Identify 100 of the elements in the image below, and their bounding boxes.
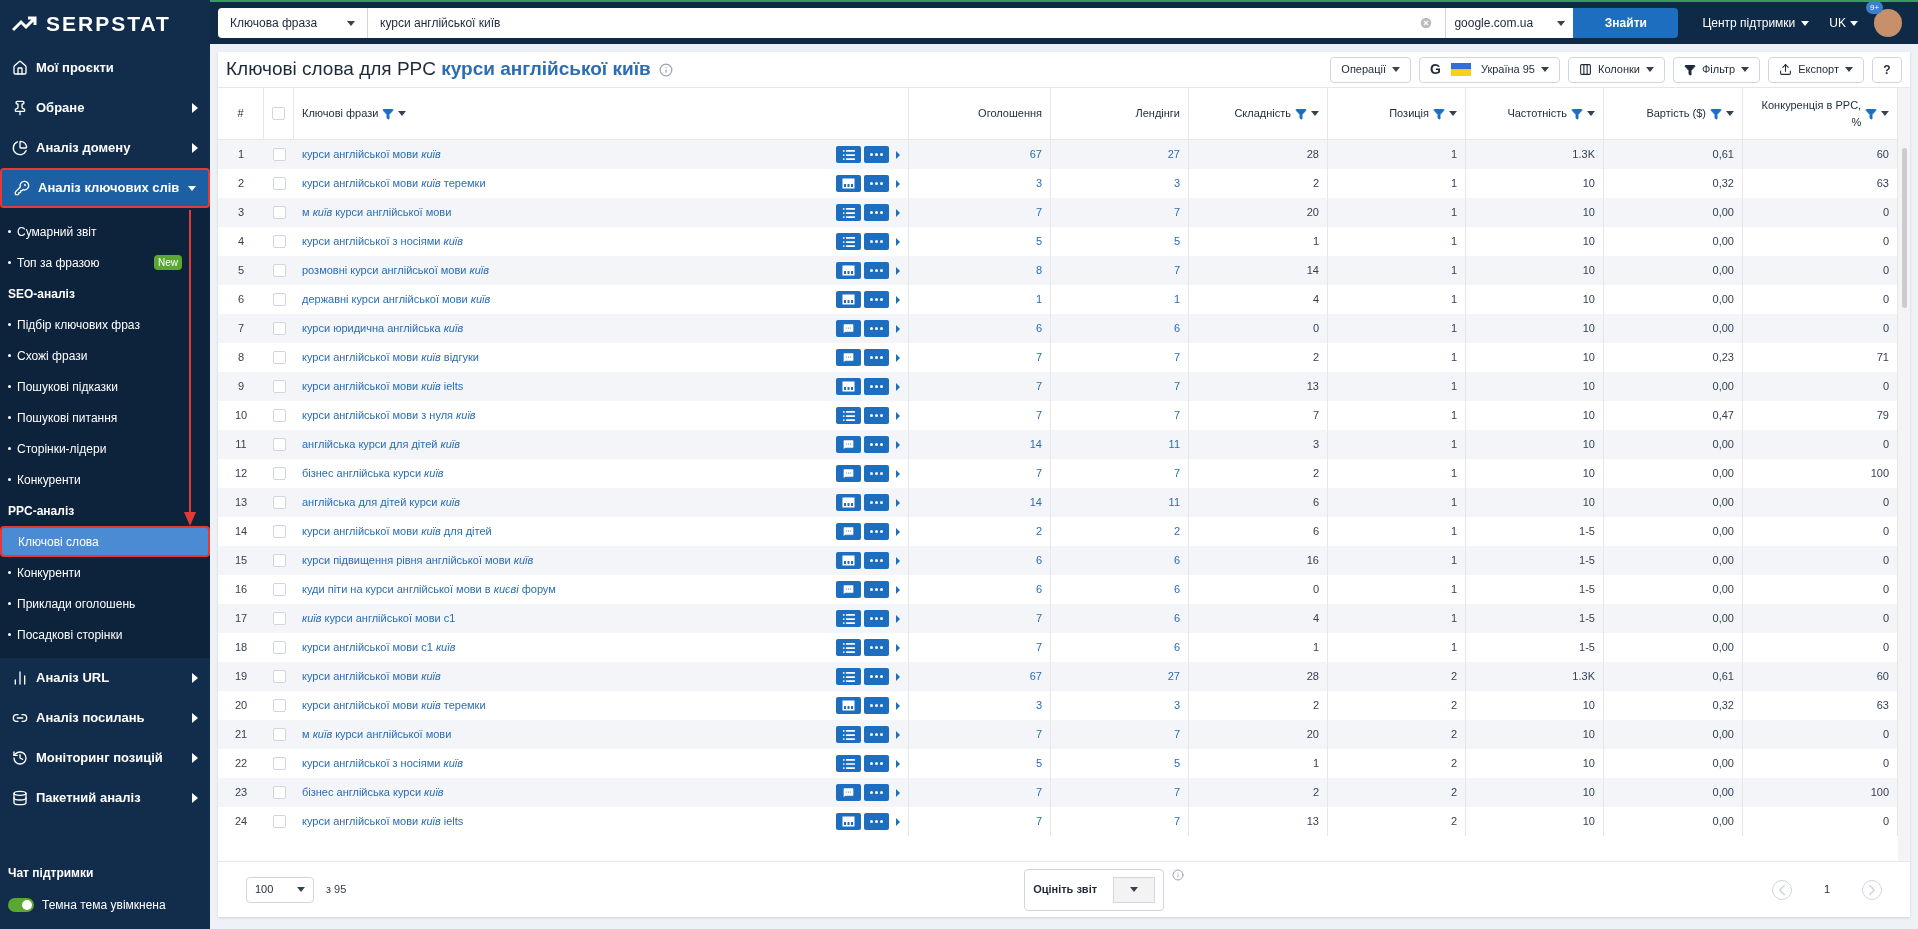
theme-toggle[interactable] [8,898,34,912]
row-checkbox[interactable] [272,786,286,799]
more-button[interactable] [864,465,889,482]
expand-icon[interactable] [896,440,900,449]
row-checkbox[interactable] [272,177,286,190]
column-header[interactable]: Вартість ($) [1604,88,1743,139]
expand-icon[interactable] [896,411,900,420]
row-checkbox[interactable] [272,670,286,683]
nav-item[interactable]: Аналіз URL [0,658,210,698]
toolbar-button[interactable]: G Україна 95 [1419,56,1560,83]
more-button[interactable] [864,204,889,221]
expand-icon[interactable] [896,585,900,594]
row-checkbox[interactable] [272,757,286,770]
ad-preview-button[interactable] [836,233,861,250]
ad-preview-button[interactable] [836,784,861,801]
more-button[interactable] [864,320,889,337]
expand-icon[interactable] [896,701,900,710]
row-checkbox[interactable] [272,351,286,364]
nav-subitem[interactable]: Підбір ключових фраз [0,309,210,340]
nav-subitem[interactable]: Конкуренти [0,464,210,495]
row-checkbox[interactable] [272,641,286,654]
nav-subitem[interactable]: Схожі фрази [0,340,210,371]
ad-preview-button[interactable] [836,697,861,714]
keyword-link[interactable]: курси англійської мови київ ielts [302,813,833,830]
count-link[interactable]: 7 [909,807,1051,836]
expand-icon[interactable] [896,295,900,304]
keyword-link[interactable]: курси англійської мови київ [302,146,833,163]
keyword-link[interactable]: куди піти на курси англійської мови в києві форум [302,581,833,598]
search-type-select[interactable]: Ключова фраза [218,8,368,38]
expand-icon[interactable] [896,759,900,768]
ad-preview-button[interactable] [836,726,861,743]
nav-item[interactable]: Аналіз ключових слів [0,168,210,208]
keyword-link[interactable]: бізнес англійська курси київ [302,784,833,801]
column-header[interactable]: Позиція [1328,88,1466,139]
language-menu[interactable]: UK [1829,14,1858,32]
row-checkbox[interactable] [272,409,286,422]
expand-icon[interactable] [896,788,900,797]
keyword-link[interactable]: державні курси англійської мови київ [302,291,833,308]
more-button[interactable] [864,639,889,656]
expand-icon[interactable] [896,179,900,188]
expand-icon[interactable] [896,266,900,275]
engine-select[interactable]: google.com.ua [1445,8,1574,38]
keyword-link[interactable]: курси підвищення рівня англійської мови київ [302,552,833,569]
nav-subitem[interactable]: Топ за фразою New [0,247,210,278]
ad-preview-button[interactable] [836,494,861,511]
nav-item[interactable]: Аналіз домену [0,128,210,168]
ad-preview-button[interactable] [836,436,861,453]
ad-preview-button[interactable] [836,175,861,192]
help-button[interactable]: ? [1872,56,1902,83]
keyword-link[interactable]: бізнес англійська курси київ [302,465,833,482]
expand-icon[interactable] [896,324,900,333]
nav-item[interactable]: Обране [0,88,210,128]
column-header[interactable]: # [218,88,264,139]
expand-icon[interactable] [896,556,900,565]
more-button[interactable] [864,494,889,511]
ad-preview-button[interactable] [836,523,861,540]
column-header[interactable]: Складність [1189,88,1328,139]
filter-icon[interactable] [1295,107,1307,120]
ad-preview-button[interactable] [836,146,861,163]
more-button[interactable] [864,784,889,801]
keyword-link[interactable]: англійська для дітей курси київ [302,494,833,511]
ad-preview-button[interactable] [836,320,861,337]
row-checkbox[interactable] [272,438,286,451]
ad-preview-button[interactable] [836,407,861,424]
expand-icon[interactable] [896,237,900,246]
ad-preview-button[interactable] [836,610,861,627]
more-button[interactable] [864,668,889,685]
current-page[interactable]: 1 [1823,881,1830,898]
keyword-link[interactable]: курси англійської мови київ теремки [302,175,833,192]
more-button[interactable] [864,523,889,540]
expand-icon[interactable] [896,730,900,739]
nav-item[interactable]: Пакетний аналіз [0,778,210,818]
nav-item[interactable]: Аналіз посилань [0,698,210,738]
more-button[interactable] [864,755,889,772]
more-button[interactable] [864,552,889,569]
expand-icon[interactable] [896,353,900,362]
ad-preview-button[interactable] [836,755,861,772]
keyword-link[interactable]: київ курси англійської мови с1 [302,610,833,627]
nav-subitem[interactable]: Конкуренти [0,557,210,588]
expand-icon[interactable] [896,527,900,536]
more-button[interactable] [864,813,889,830]
nav-subitem[interactable]: Пошукові підказки [0,371,210,402]
row-checkbox[interactable] [272,293,286,306]
support-chat-link[interactable]: Чат підтримки [0,857,210,889]
row-checkbox[interactable] [272,235,286,248]
toolbar-button[interactable]: Фільтр [1672,56,1761,83]
keyword-link[interactable]: курси англійської мови київ відгуки [302,349,833,366]
ad-preview-button[interactable] [836,465,861,482]
support-menu[interactable]: Центр підтримки [1702,14,1810,32]
row-checkbox[interactable] [272,380,286,393]
keyword-link[interactable]: курси англійської мови київ ielts [302,378,833,395]
expand-icon[interactable] [896,614,900,623]
row-checkbox[interactable] [272,264,286,277]
toolbar-button[interactable]: Колонки [1568,56,1665,83]
keyword-link[interactable]: англійська курси для дітей київ [302,436,833,453]
column-header[interactable]: Лендінги [1051,88,1189,139]
nav-subitem[interactable]: Ключові слова [0,526,210,557]
count-link[interactable]: 7 [1051,807,1189,836]
filter-icon[interactable] [1571,107,1583,120]
column-header[interactable]: Частотність [1466,88,1604,139]
